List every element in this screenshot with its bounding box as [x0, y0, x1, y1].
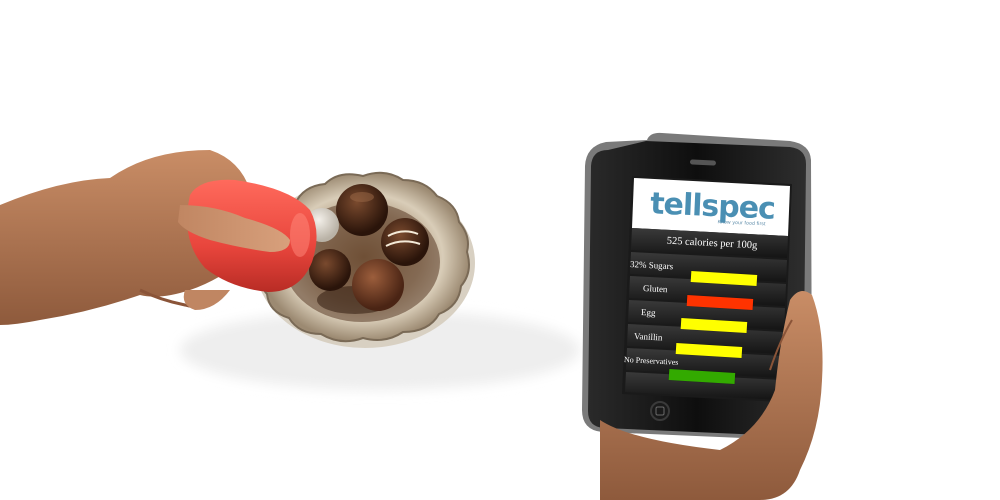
truffle-cocoa — [309, 249, 351, 291]
photo-scene — [0, 132, 823, 500]
truffle-dark-top — [336, 184, 388, 236]
home-button-icon — [650, 401, 670, 421]
truffle-milk — [352, 259, 404, 311]
